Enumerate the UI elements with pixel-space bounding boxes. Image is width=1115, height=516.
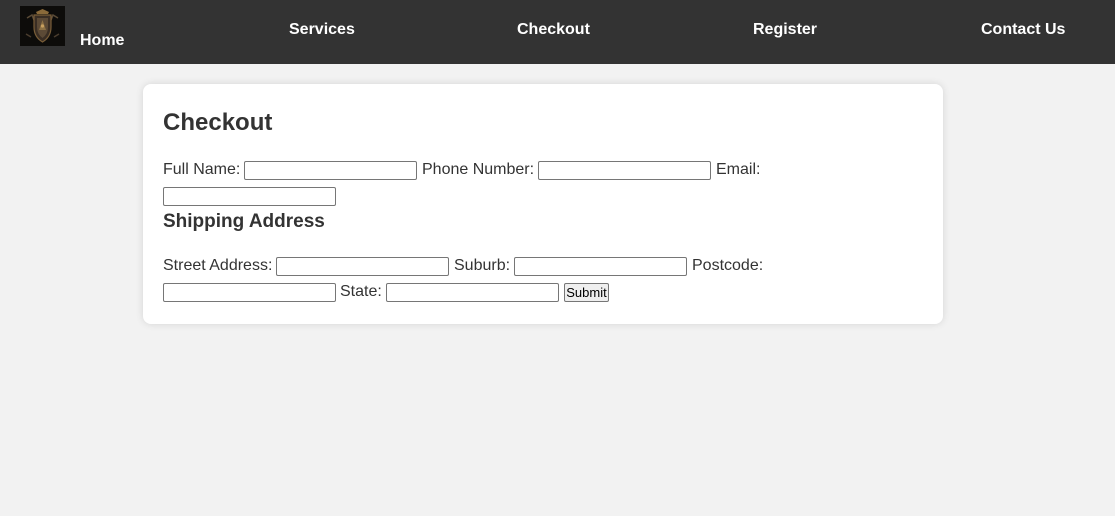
state-label: State: (340, 283, 382, 300)
nav-contact-us-link[interactable]: Contact Us (981, 21, 1065, 39)
email-label: Email: (716, 161, 761, 178)
street-address-label: Street Address: (163, 257, 273, 274)
full-name-input[interactable] (244, 161, 417, 180)
nav-services-link[interactable]: Services (289, 21, 355, 39)
nav-home-link[interactable]: Home (80, 32, 124, 50)
nav-register-link[interactable]: Register (753, 21, 817, 39)
checkout-card: Checkout Full Name: Phone Number: Email:… (143, 84, 943, 324)
phone-number-label: Phone Number: (422, 161, 535, 178)
state-input[interactable] (386, 283, 559, 302)
suburb-input[interactable] (514, 257, 687, 276)
page-title: Checkout (163, 109, 273, 136)
logo[interactable] (20, 6, 65, 46)
crest-shield-icon (20, 6, 65, 46)
full-name-label: Full Name: (163, 161, 241, 178)
nav-checkout-link[interactable]: Checkout (517, 21, 590, 39)
postcode-label: Postcode: (692, 257, 764, 274)
suburb-label: Suburb: (454, 257, 511, 274)
shipping-address-heading: Shipping Address (163, 211, 325, 232)
submit-button[interactable]: Submit (564, 283, 609, 302)
street-address-input[interactable] (276, 257, 449, 276)
phone-number-input[interactable] (538, 161, 711, 180)
email-input[interactable] (163, 187, 336, 206)
top-navbar: Home Services Checkout Register Contact … (0, 0, 1115, 64)
postcode-input[interactable] (163, 283, 336, 302)
